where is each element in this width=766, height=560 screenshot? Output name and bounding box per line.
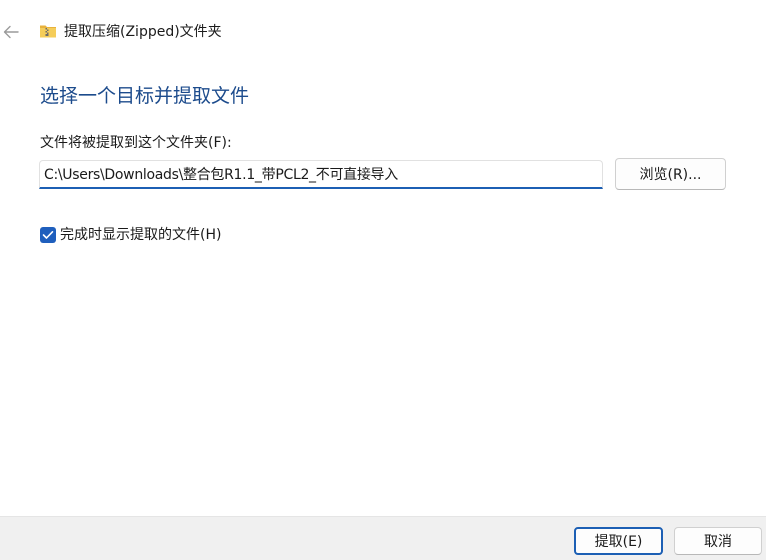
- show-extracted-files-checkbox[interactable]: [40, 227, 56, 243]
- arrow-left-icon: [3, 25, 19, 39]
- destination-path-input[interactable]: [39, 160, 603, 189]
- cancel-button[interactable]: 取消: [674, 527, 762, 555]
- page-heading: 选择一个目标并提取文件: [40, 85, 250, 107]
- checkmark-icon: [42, 231, 54, 239]
- extract-button[interactable]: 提取(E): [574, 527, 663, 555]
- show-extracted-files-label: 完成时显示提取的文件(H): [60, 227, 222, 243]
- zip-folder-icon: [39, 22, 57, 40]
- window-title: 提取压缩(Zipped)文件夹: [64, 24, 222, 40]
- show-extracted-files-option[interactable]: 完成时显示提取的文件(H): [40, 225, 221, 245]
- destination-folder-label: 文件将被提取到这个文件夹(F):: [40, 135, 232, 151]
- title-bar: 提取压缩(Zipped)文件夹: [0, 0, 766, 64]
- browse-button[interactable]: 浏览(R)...: [615, 158, 726, 190]
- dialog-footer: 提取(E) 取消: [0, 516, 766, 560]
- back-button[interactable]: [0, 20, 22, 44]
